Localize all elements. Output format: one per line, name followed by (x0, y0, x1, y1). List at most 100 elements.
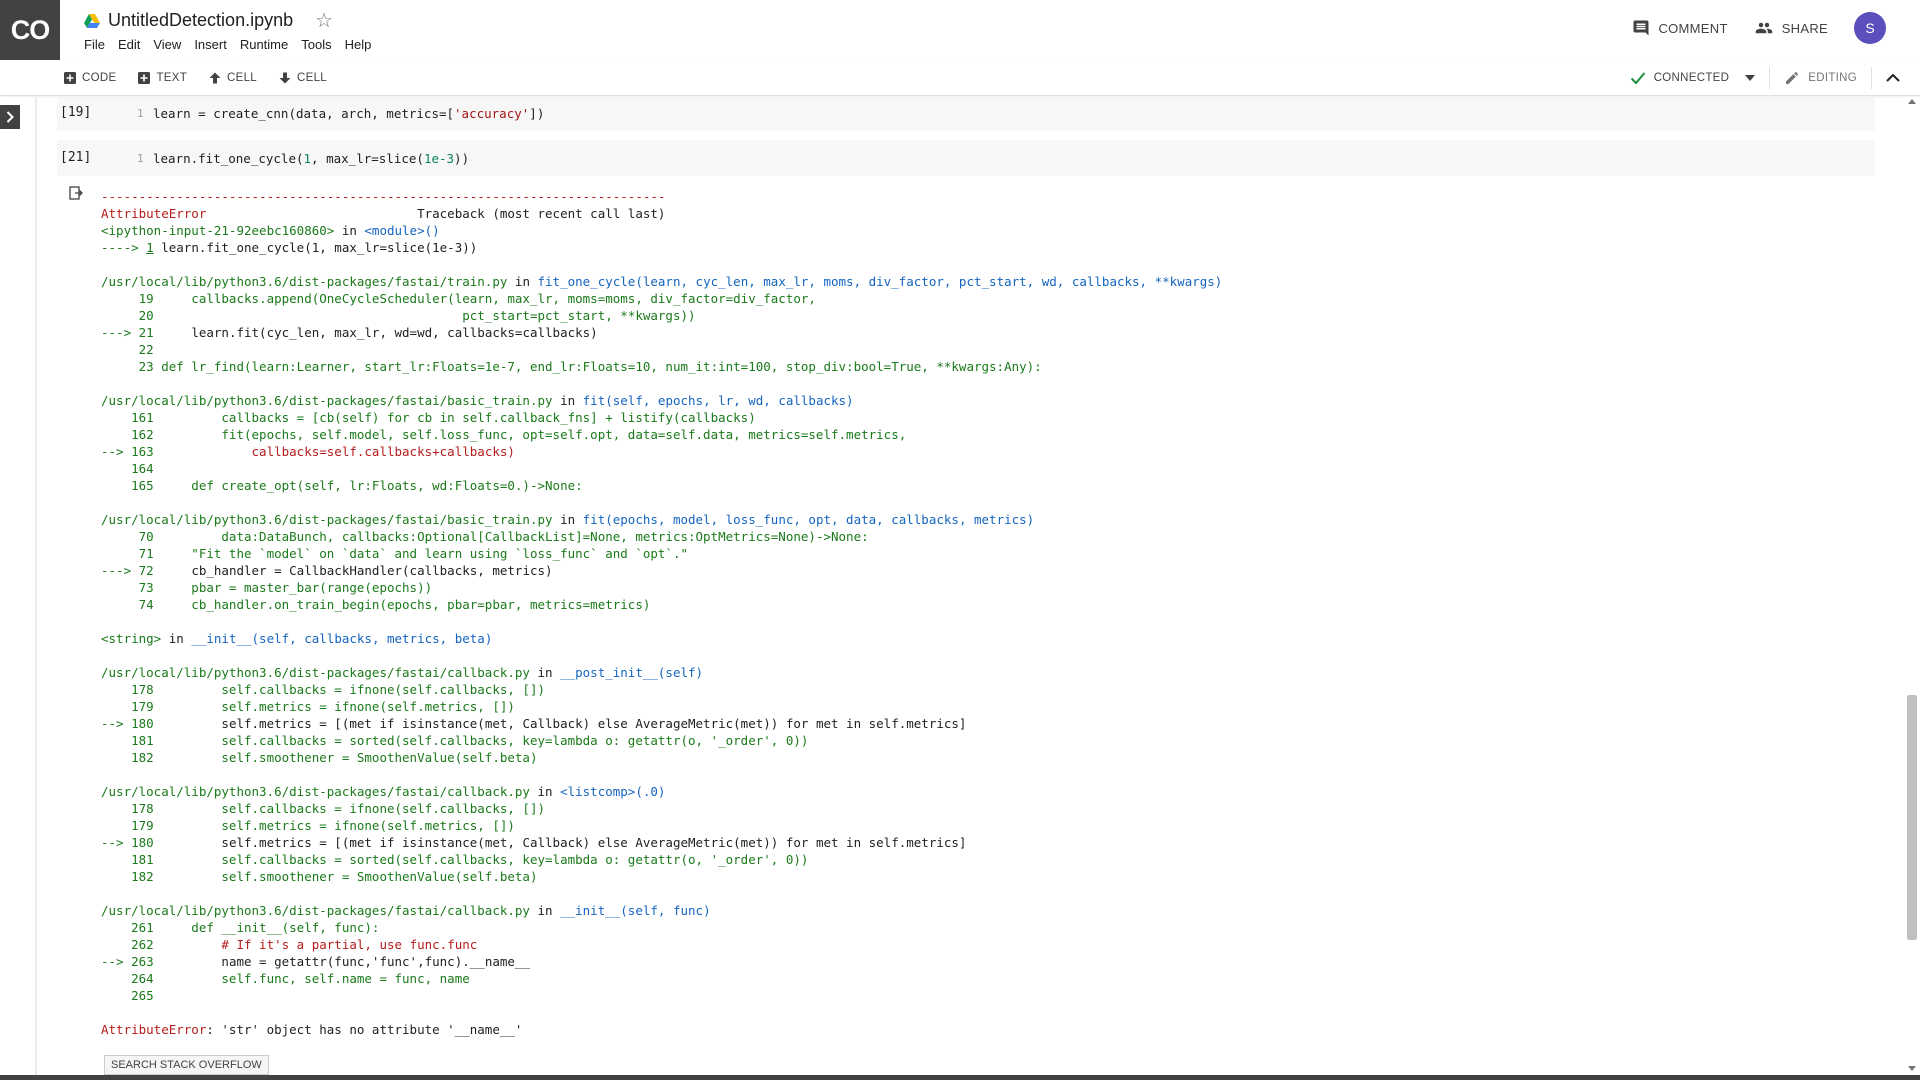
frame-line: 179 self.metrics = ifnone(self.metrics, … (101, 699, 515, 714)
frame-arrow: ---> 72 (101, 563, 154, 578)
chevron-up-icon[interactable] (1886, 73, 1900, 83)
frame-line: 181 self.callbacks = sorted(self.callbac… (101, 733, 809, 748)
scroll-down-arrow-icon[interactable] (1908, 1066, 1916, 1071)
code-cell[interactable]: [21] 1 learn.fit_one_cycle(1, max_lr=sli… (57, 140, 1875, 176)
comment-icon (1633, 20, 1649, 36)
frame-line-link[interactable]: 1 (146, 240, 154, 255)
move-cell-down-button[interactable]: CELL (279, 72, 327, 84)
frame-path: /usr/local/lib/python3.6/dist-packages/f… (101, 274, 508, 289)
frame-in: in (161, 631, 192, 646)
code-number: 1e-3 (423, 151, 455, 166)
share-label: SHARE (1781, 20, 1828, 36)
share-button[interactable]: SHARE (1754, 19, 1828, 37)
search-stack-overflow-button[interactable]: SEARCH STACK OVERFLOW (104, 1055, 269, 1075)
output-menu-icon[interactable] (69, 186, 83, 200)
add-text-button[interactable]: TEXT (138, 72, 187, 84)
frame-line: 70 data:DataBunch, callbacks:Optional[Ca… (101, 529, 869, 544)
frame-line: 179 self.metrics = ifnone(self.metrics, … (101, 818, 515, 833)
menu-view[interactable]: View (153, 37, 181, 52)
frame-in: in (552, 512, 583, 527)
menu-file[interactable]: File (84, 37, 105, 52)
frame-line: 73 pbar = master_bar(range(epochs)) (101, 580, 433, 595)
menu-runtime[interactable]: Runtime (240, 37, 288, 52)
code-text: , max_lr=slice( (311, 151, 424, 166)
error-type: AttributeError (101, 206, 207, 221)
title-row: UntitledDetection.ipynb ☆ (84, 8, 333, 33)
menu-insert[interactable]: Insert (194, 37, 227, 52)
frame-path: /usr/local/lib/python3.6/dist-packages/f… (101, 665, 530, 680)
pencil-icon (1786, 71, 1799, 84)
cell-execution-count: [19] (60, 105, 92, 120)
arrow-up-icon (209, 72, 221, 84)
toolbar-left: CODE TEXT CELL CELL (64, 60, 349, 96)
frame-arrow: --> 263 (101, 954, 154, 969)
frame-path: /usr/local/lib/python3.6/dist-packages/f… (101, 512, 553, 527)
traceback-header: Traceback (most recent call last) (206, 206, 666, 221)
move-cell-down-label: CELL (297, 72, 327, 84)
frame-code: name = getattr(func,'func',func).__name_… (153, 954, 530, 969)
final-error-type: AttributeError (101, 1022, 207, 1037)
editing-mode[interactable]: EDITING (1784, 70, 1857, 86)
frame-path: <string> (101, 631, 162, 646)
frame-func: <module>() (364, 223, 440, 238)
move-cell-up-label: CELL (227, 72, 257, 84)
frame-arrow: ----> (101, 240, 147, 255)
notebook-title[interactable]: UntitledDetection.ipynb (108, 10, 293, 31)
frame-arrow: --> 163 (101, 444, 154, 459)
frame-arrow: ---> 21 (101, 325, 154, 340)
toolbar-divider (1871, 67, 1872, 89)
colab-logo[interactable]: CO (0, 0, 60, 60)
frame-code: self.metrics = [(met if isinstance(met, … (153, 716, 967, 731)
notebook-area: [19] 1 learn = create_cnn(data, arch, me… (36, 97, 1904, 1080)
connection-status[interactable]: CONNECTED (1630, 71, 1756, 85)
frame-in: in (552, 393, 583, 408)
move-cell-up-button[interactable]: CELL (209, 72, 257, 84)
traceback-divider: ----------------------------------------… (101, 189, 666, 204)
cell-code[interactable]: learn.fit_one_cycle(1, max_lr=slice(1e-3… (153, 151, 469, 166)
toolbar-right: CONNECTED EDITING (1630, 60, 1900, 96)
code-string: 'accuracy' (454, 106, 530, 121)
frame-in: in (529, 665, 561, 680)
scrollbar-thumb[interactable] (1907, 695, 1917, 940)
bottom-bar (0, 1075, 1920, 1080)
frame-line: 181 self.callbacks = sorted(self.callbac… (101, 852, 809, 867)
frame-line: 262 (101, 937, 222, 952)
check-icon (1630, 72, 1645, 85)
code-text: )) (454, 151, 470, 166)
add-text-label: TEXT (156, 72, 188, 84)
notebook-toolbar: CODE TEXT CELL CELL CONNECTED EDITING (0, 60, 1920, 96)
scroll-up-arrow-icon[interactable] (1908, 99, 1916, 104)
frame-line: 22 (101, 342, 162, 357)
left-strip (0, 97, 36, 1080)
frame-path: /usr/local/lib/python3.6/dist-packages/f… (101, 393, 553, 408)
code-cell[interactable]: [19] 1 learn = create_cnn(data, arch, me… (57, 97, 1875, 131)
frame-line: 23 def lr_find(learn:Learner, start_lr:F… (101, 359, 1042, 374)
frame-in: in (334, 223, 365, 238)
final-error-message: : 'str' object has no attribute '__name_… (206, 1022, 523, 1037)
code-text: learn.fit_one_cycle( (153, 151, 304, 166)
frame-func: __post_init__(self) (560, 665, 704, 680)
menu-tools[interactable]: Tools (301, 37, 331, 52)
frame-path: <ipython-input-21-92eebc160860> (101, 223, 335, 238)
frame-arrow: --> 180 (101, 835, 154, 850)
cell-code[interactable]: learn = create_cnn(data, arch, metrics=[… (153, 106, 544, 121)
frame-code: callbacks=self.callbacks+callbacks) (153, 444, 515, 459)
frame-line: 178 self.callbacks = ifnone(self.callbac… (101, 682, 546, 697)
add-code-button[interactable]: CODE (64, 72, 116, 84)
toc-toggle[interactable] (0, 105, 20, 129)
frame-path: /usr/local/lib/python3.6/dist-packages/f… (101, 784, 530, 799)
frame-line: 182 self.smoothener = SmoothenValue(self… (101, 750, 538, 765)
avatar[interactable]: S (1854, 12, 1886, 44)
frame-arrow: --> 180 (101, 716, 154, 731)
app-header: CO UntitledDetection.ipynb ☆ File Edit V… (0, 0, 1920, 60)
star-icon[interactable]: ☆ (315, 8, 333, 33)
frame-code: learn.fit_one_cycle(1, max_lr=slice(1e-3… (153, 240, 478, 255)
menu-edit[interactable]: Edit (118, 37, 140, 52)
frame-line: 178 self.callbacks = ifnone(self.callbac… (101, 801, 546, 816)
comment-button[interactable]: COMMENT (1632, 19, 1727, 37)
menu-help[interactable]: Help (345, 37, 372, 52)
frame-path: /usr/local/lib/python3.6/dist-packages/f… (101, 903, 530, 918)
frame-line: 265 (101, 988, 162, 1003)
frame-line: 164 (101, 461, 162, 476)
toolbar-divider (1769, 67, 1771, 89)
